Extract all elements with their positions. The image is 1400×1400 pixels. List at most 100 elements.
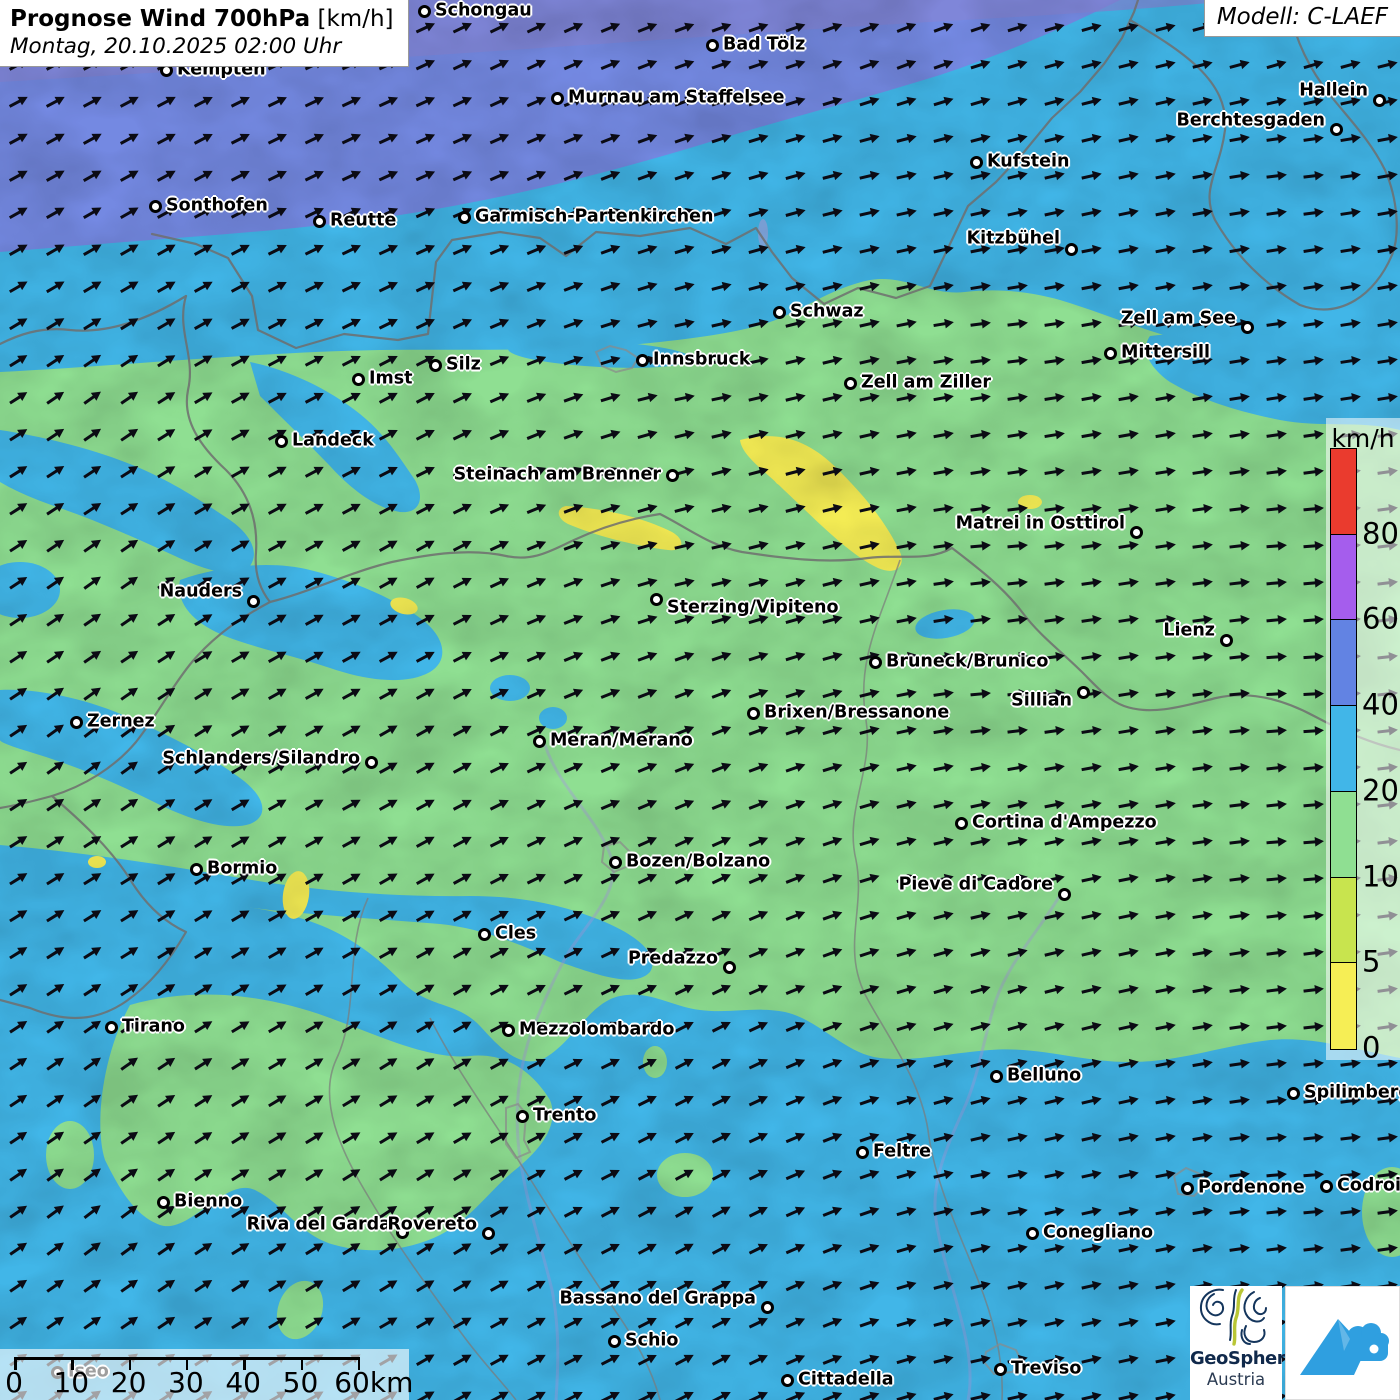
scale-tick-label: 10 xyxy=(53,1369,89,1397)
city-marker-dot xyxy=(650,593,663,606)
geosphere-country: Austria xyxy=(1190,1370,1282,1389)
city-label: Schio xyxy=(625,1332,678,1350)
city-marker-dot xyxy=(1241,321,1254,334)
wind-speed-legend: km/h 806040201050 xyxy=(1326,418,1400,1060)
city-label: Bad Tölz xyxy=(723,36,805,54)
city-label: Zell am See xyxy=(1121,310,1236,328)
city-label: Sterzing/Vipiteno xyxy=(667,599,839,617)
city-marker-dot xyxy=(723,961,736,974)
city-label: Bienno xyxy=(174,1193,242,1211)
city-label: Pordenone xyxy=(1198,1179,1305,1197)
city-marker-dot xyxy=(856,1146,869,1159)
city-label: Feltre xyxy=(873,1143,931,1161)
city-label: Kufstein xyxy=(987,153,1069,171)
city-label: Trento xyxy=(533,1107,596,1125)
city-label: Cortina d'Ampezzo xyxy=(972,814,1157,832)
city-label: Brixen/Bressanone xyxy=(764,704,949,722)
legend-segment-40 xyxy=(1331,620,1356,706)
city-label: Steinach am Brenner xyxy=(454,466,661,484)
city-marker-dot xyxy=(1077,686,1090,699)
city-label: Cles xyxy=(495,925,536,943)
city-label: Bruneck/Brunico xyxy=(886,653,1048,671)
city-marker-dot xyxy=(516,1110,529,1123)
city-label: Sonthofen xyxy=(166,197,268,215)
legend-segment-20 xyxy=(1331,706,1356,792)
city-label: Treviso xyxy=(1011,1360,1081,1378)
city-label: Murnau am Staffelsee xyxy=(568,89,784,107)
legend-segment-80 xyxy=(1331,449,1356,535)
city-marker-dot xyxy=(608,1335,621,1348)
map-title: Prognose Wind 700hPa [km/h] xyxy=(10,6,394,32)
city-marker-dot xyxy=(190,863,203,876)
city-marker-dot xyxy=(990,1070,1003,1083)
legend-tick-label: 20 xyxy=(1362,776,1399,805)
city-marker-dot xyxy=(844,377,857,390)
legend-tick-label: 80 xyxy=(1362,519,1399,548)
weather-map-stage: SchongauBad TölzKemptenMurnau am Staffel… xyxy=(0,0,1400,1400)
legend-segment-0 xyxy=(1331,963,1356,1049)
legend-segment-60 xyxy=(1331,535,1356,621)
city-label: Nauders xyxy=(160,583,242,601)
title-unit: [km/h] xyxy=(310,6,393,32)
mountain-cloud-logo xyxy=(1286,1287,1399,1399)
city-label: Matrei in Osttirol xyxy=(956,515,1125,533)
legend-tick-label: 40 xyxy=(1362,691,1399,720)
city-marker-dot xyxy=(1065,243,1078,256)
city-marker-dot xyxy=(365,756,378,769)
city-label: Predazzo xyxy=(628,950,718,968)
city-marker-dot xyxy=(1026,1227,1039,1240)
city-label: Meran/Merano xyxy=(550,732,693,750)
city-marker-dot xyxy=(1320,1180,1333,1193)
city-label: Schlanders/Silandro xyxy=(162,750,360,768)
city-label: Riva del Garda xyxy=(247,1216,391,1234)
city-label: Pieve di Cadore xyxy=(899,876,1053,894)
city-marker-dot xyxy=(502,1024,515,1037)
scale-tick-label: 0 xyxy=(5,1369,23,1397)
city-marker-dot xyxy=(1130,526,1143,539)
city-marker-dot xyxy=(352,373,365,386)
city-label: Bassano del Grappa xyxy=(559,1290,756,1308)
city-marker-dot xyxy=(1287,1087,1300,1100)
map-valid-time: Montag, 20.10.2025 02:00 Uhr xyxy=(10,34,394,59)
city-label: Lienz xyxy=(1163,622,1215,640)
city-label: Mezzolombardo xyxy=(519,1021,674,1039)
city-label: Silz xyxy=(446,356,481,374)
legend-tick-label: 10 xyxy=(1362,862,1399,891)
legend-color-bar xyxy=(1330,448,1357,1050)
city-label: Spilimbergo xyxy=(1304,1084,1400,1102)
city-marker-dot xyxy=(761,1301,774,1314)
city-label: Hallein xyxy=(1299,82,1368,100)
city-marker-dot xyxy=(1181,1182,1194,1195)
city-label: Reutte xyxy=(330,212,396,230)
map-scale-bar: 0102030405060km xyxy=(0,1349,409,1400)
city-marker-dot xyxy=(636,354,649,367)
city-marker-dot xyxy=(478,928,491,941)
legend-tick-label: 60 xyxy=(1362,605,1399,634)
city-marker-dot xyxy=(313,215,326,228)
city-marker-dot xyxy=(1330,123,1343,136)
city-marker-dot xyxy=(458,211,471,224)
scale-tick-label: 40 xyxy=(225,1369,261,1397)
city-marker-dot xyxy=(551,92,564,105)
city-label: Cittadella xyxy=(798,1371,894,1389)
legend-segment-5 xyxy=(1331,878,1356,964)
geosphere-name: GeoSphere xyxy=(1190,1348,1282,1369)
city-marker-dot xyxy=(970,156,983,169)
city-marker-dot xyxy=(773,306,786,319)
city-label: Landeck xyxy=(292,432,374,450)
geosphere-contour-icon xyxy=(1190,1286,1282,1348)
city-marker-dot xyxy=(666,469,679,482)
city-marker-dot xyxy=(1104,347,1117,360)
city-marker-dot xyxy=(1373,94,1386,107)
city-marker-dot xyxy=(609,856,622,869)
geosphere-logo: GeoSphere Austria xyxy=(1190,1286,1282,1400)
city-label: Schwaz xyxy=(790,303,864,321)
city-label: Mittersill xyxy=(1121,344,1210,362)
city-marker-dot xyxy=(247,595,260,608)
model-label: Modell: C-LAEF xyxy=(1204,0,1400,37)
city-label: Tirano xyxy=(122,1018,185,1036)
city-marker-dot xyxy=(869,656,882,669)
city-label: Conegliano xyxy=(1043,1224,1153,1242)
city-marker-dot xyxy=(429,359,442,372)
city-label: Bormio xyxy=(207,860,277,878)
